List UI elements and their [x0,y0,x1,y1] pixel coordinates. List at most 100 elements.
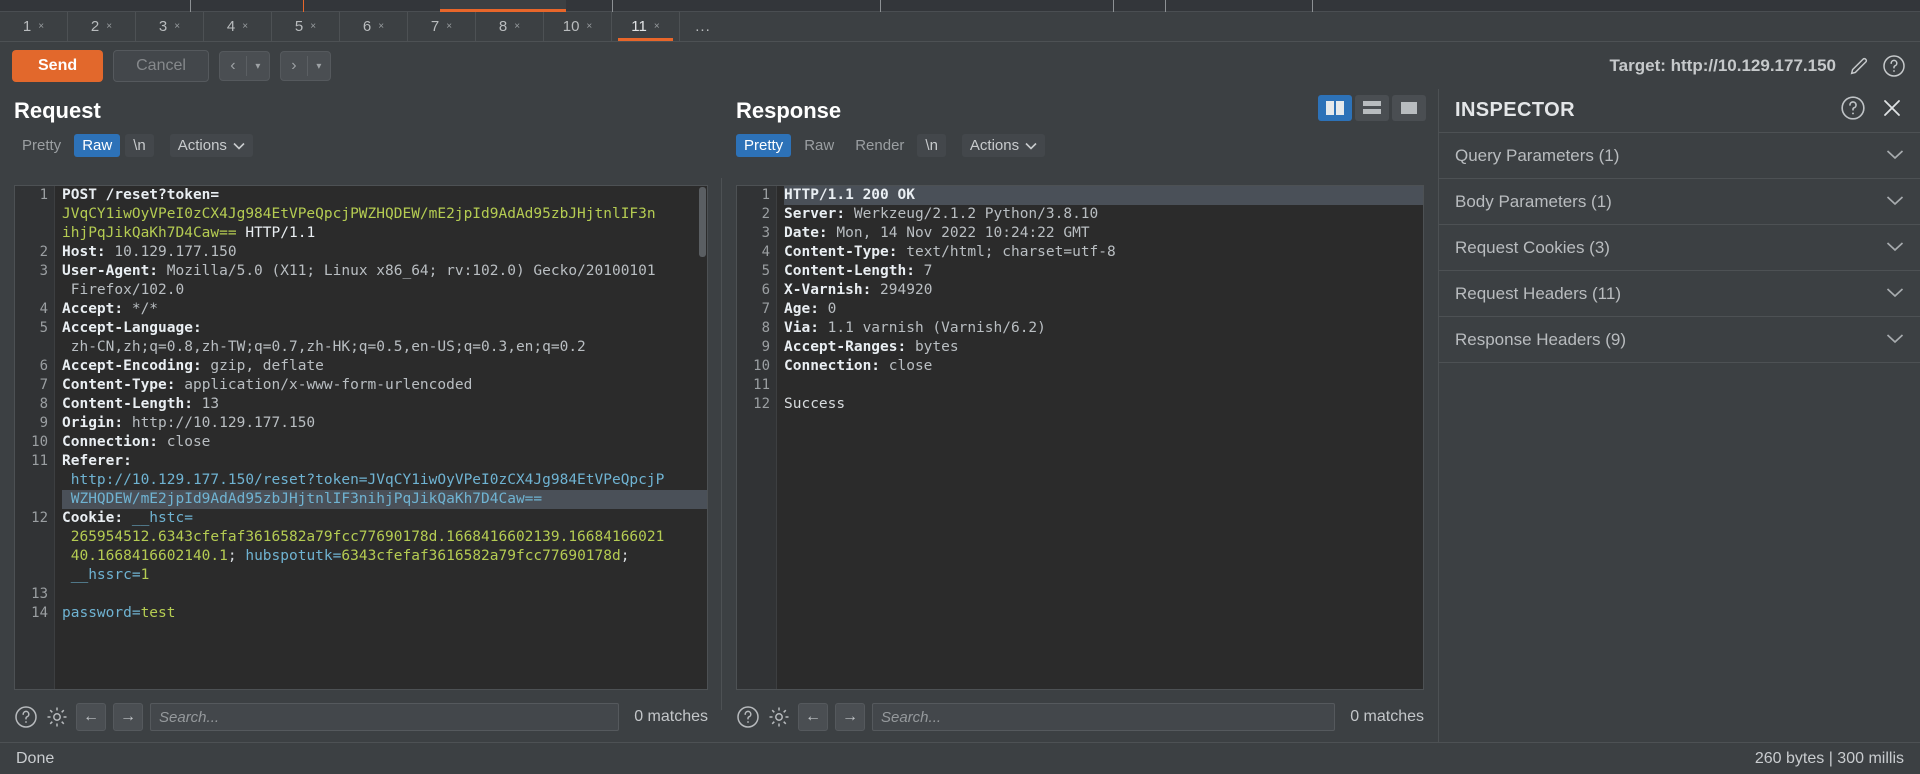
chevron-down-icon[interactable] [1886,239,1904,257]
inspector-section-request-cookies[interactable]: Request Cookies (3) [1439,225,1920,271]
next-request-group[interactable]: › ▾ [279,51,331,81]
response-mode-bar[interactable]: Pretty Raw Render \n Actions [722,124,1438,165]
request-scrollbar[interactable] [699,187,706,257]
code-line[interactable]: HTTP/1.1 200 OK [784,186,1423,205]
close-icon[interactable]: × [174,21,180,32]
inspector-section-body-parameters[interactable]: Body Parameters (1) [1439,179,1920,225]
code-line[interactable]: Content-Type: application/x-www-form-url… [62,376,707,395]
close-icon[interactable]: × [586,21,592,32]
single-pane-layout-button[interactable] [1392,95,1426,121]
close-icon[interactable]: × [38,21,44,32]
close-icon[interactable]: × [654,21,660,32]
chevron-down-icon[interactable] [1886,285,1904,303]
response-pretty-tab[interactable]: Pretty [736,134,792,157]
code-line[interactable]: Referer: [62,452,707,471]
code-line[interactable]: Origin: http://10.129.177.150 [62,414,707,433]
repeater-tab-2[interactable]: 2 × [68,12,136,41]
request-editor[interactable]: 1 2 3 4 5 6 7 8 9 10 11 12 13 14 POST /reset?token= JV… [14,185,708,690]
code-line[interactable]: Connection: close [62,433,707,452]
code-line[interactable]: Accept-Encoding: gzip, deflate [62,357,707,376]
code-line[interactable]: Accept-Ranges: bytes [784,338,1423,357]
repeater-tab-3[interactable]: 3 × [136,12,204,41]
code-line[interactable]: Connection: close [784,357,1423,376]
search-prev-button[interactable]: ← [798,703,828,731]
request-actions-menu[interactable]: Actions [169,134,253,157]
repeater-tab-bar[interactable]: 1 × 2 × 3 × 4 × 5 × 6 × 7 × 8 × 10 × 11 … [0,12,1920,42]
close-icon[interactable]: × [106,21,112,32]
code-line[interactable]: Content-Type: text/html; charset=utf-8 [784,243,1423,262]
more-tabs-button[interactable]: ... [680,12,726,41]
code-line[interactable]: POST /reset?token= [62,186,707,205]
pencil-icon[interactable] [1848,55,1870,77]
response-newline-toggle[interactable]: \n [917,134,946,157]
search-next-button[interactable]: → [113,703,143,731]
repeater-tab-1[interactable]: 1 × [0,12,68,41]
close-icon[interactable]: × [514,21,520,32]
request-mode-bar[interactable]: Pretty Raw \n Actions [0,124,722,165]
code-line[interactable]: Server: Werkzeug/2.1.2 Python/3.8.10 [784,205,1423,224]
request-search-input[interactable] [150,703,620,731]
close-icon[interactable]: × [310,21,316,32]
repeater-tab-11[interactable]: 11 × [612,12,680,41]
response-search-bar[interactable]: ← → 0 matches [722,700,1438,734]
code-line[interactable]: Via: 1.1 varnish (Varnish/6.2) [784,319,1423,338]
chevron-down-icon[interactable]: ▾ [247,52,269,80]
help-circle-icon[interactable] [1882,54,1906,78]
response-editor[interactable]: 1 2 3 4 5 6 7 8 9 10 11 12 HTTP/1.1 200 OK Server: W… [736,185,1424,690]
code-line[interactable]: Host: 10.129.177.150 [62,243,707,262]
chevron-down-icon[interactable] [1886,331,1904,349]
code-line[interactable]: X-Varnish: 294920 [784,281,1423,300]
code-line[interactable]: Accept: */* [62,300,707,319]
response-actions-menu[interactable]: Actions [961,134,1046,157]
gear-icon[interactable] [45,705,69,729]
close-icon[interactable]: × [242,21,248,32]
code-line[interactable] [62,585,707,604]
code-line[interactable]: 40.1668416602140.1; hubspotutk=6343cfefa… [62,547,707,566]
request-pretty-tab[interactable]: Pretty [14,134,69,157]
search-prev-button[interactable]: ← [76,703,106,731]
inspector-section-request-headers[interactable]: Request Headers (11) [1439,271,1920,317]
repeater-tab-5[interactable]: 5 × [272,12,340,41]
response-render-tab[interactable]: Render [847,134,912,157]
close-icon[interactable]: × [446,21,452,32]
inspector-section-response-headers[interactable]: Response Headers (9) [1439,317,1920,363]
request-newline-toggle[interactable]: \n [125,134,154,157]
request-code[interactable]: POST /reset?token= JVqCY1iwOyVPeI0zCX4Jg9… [56,186,707,689]
code-line[interactable] [784,376,1423,395]
help-circle-icon[interactable] [14,705,38,729]
code-line[interactable]: User-Agent: Mozilla/5.0 (X11; Linux x86_… [62,262,707,281]
gear-icon[interactable] [767,705,791,729]
code-line[interactable]: Content-Length: 7 [784,262,1423,281]
split-horizontal-layout-button[interactable] [1355,95,1389,121]
close-icon[interactable] [1880,96,1904,125]
code-line[interactable]: Accept-Language: [62,319,707,338]
request-raw-tab[interactable]: Raw [74,134,121,157]
code-line[interactable]: Firefox/102.0 [62,281,707,300]
repeater-tab-7[interactable]: 7 × [408,12,476,41]
chevron-down-icon[interactable] [1886,147,1904,165]
help-circle-icon[interactable] [1840,95,1866,126]
prev-request-icon[interactable]: ‹ [220,52,246,80]
split-vertical-layout-button[interactable] [1318,95,1352,121]
repeater-tab-10[interactable]: 10 × [544,12,612,41]
chevron-down-icon[interactable] [1886,193,1904,211]
repeater-tab-4[interactable]: 4 × [204,12,272,41]
code-line[interactable]: zh-CN,zh;q=0.8,zh-TW;q=0.7,zh-HK;q=0.5,e… [62,338,707,357]
code-line[interactable]: __hssrc=1 [62,566,707,585]
code-line[interactable]: Cookie: __hstc= [62,509,707,528]
code-line[interactable]: JVqCY1iwOyVPeI0zCX4Jg984EtVPeQpcjPWZHQDE… [62,205,707,224]
code-line[interactable]: Success [784,395,1423,414]
chevron-down-icon[interactable]: ▾ [308,52,330,80]
send-button[interactable]: Send [12,50,104,82]
close-icon[interactable]: × [378,21,384,32]
prev-request-group[interactable]: ‹ ▾ [218,51,270,81]
code-line[interactable]: 265954512.6343cfefaf3616582a79fcc7769017… [62,528,707,547]
code-line[interactable]: ihjPqJikQaKh7D4Caw== HTTP/1.1 [62,224,707,243]
inspector-section-query-parameters[interactable]: Query Parameters (1) [1439,133,1920,179]
next-request-icon[interactable]: › [281,52,307,80]
repeater-tab-8[interactable]: 8 × [476,12,544,41]
search-next-button[interactable]: → [835,703,865,731]
code-line[interactable]: password=test [62,604,707,623]
code-line[interactable]: Date: Mon, 14 Nov 2022 10:24:22 GMT [784,224,1423,243]
code-line[interactable]: http://10.129.177.150/reset?token=JVqCY1… [62,471,707,490]
